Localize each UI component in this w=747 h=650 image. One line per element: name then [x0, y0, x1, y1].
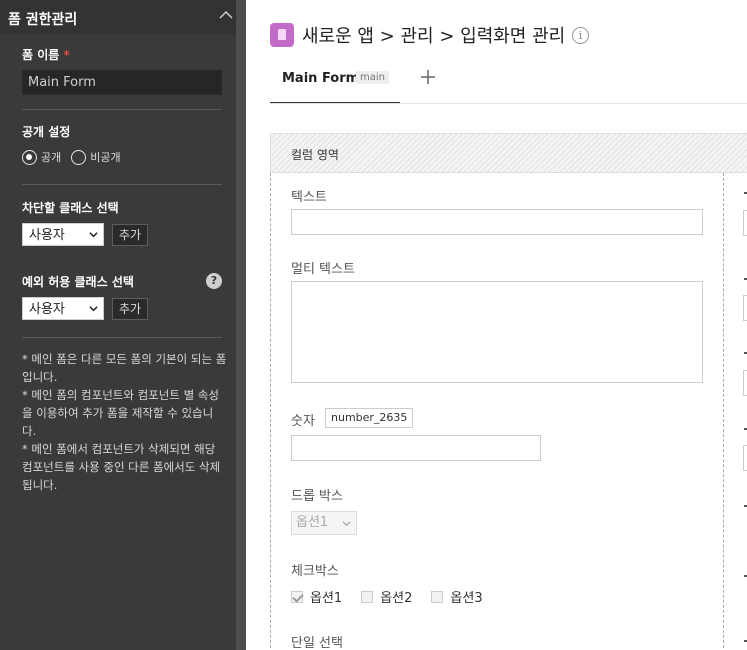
- block-class-select-value: 사용자: [29, 228, 65, 243]
- right-field-input[interactable]: [743, 295, 747, 321]
- checkbox-option-2-label: 옵션2: [380, 591, 413, 606]
- note-item: * 메인 폼은 다른 모든 폼의 기본이 되는 폼입니다.: [22, 352, 227, 384]
- radio-private[interactable]: [71, 149, 87, 165]
- panel-header: 폼 권한관리: [0, 0, 236, 34]
- divider: [22, 337, 222, 338]
- number-var-badge: number_2635: [325, 408, 414, 428]
- form-name-label-text: 폼 이름: [22, 48, 60, 62]
- help-icon[interactable]: ?: [206, 273, 222, 289]
- allow-class-select-value: 사용자: [29, 302, 65, 317]
- multitext-field-label: 멀티 텍스트: [291, 262, 355, 277]
- form-notes: * 메인 폼은 다른 모든 폼의 기본이 되는 폼입니다. * 메인 폼의 컴포…: [22, 350, 227, 494]
- tabs-divider: [270, 103, 747, 104]
- info-icon[interactable]: i: [572, 27, 589, 44]
- tab-main-form[interactable]: Main Form main: [270, 62, 400, 104]
- note-item: * 메인 폼에서 컴포넌트가 삭제되면 해당 컴포넌트를 사용 중인 다른 폼에…: [22, 442, 221, 492]
- panel-body: [0, 0, 236, 650]
- column-area-header[interactable]: 컬럼 영역: [270, 133, 747, 173]
- panel-title: 폼 권한관리: [8, 12, 78, 28]
- visibility-radio-group: 공개 비공개: [22, 149, 131, 165]
- divider: [22, 184, 222, 185]
- checkbox-option-3[interactable]: [431, 590, 444, 603]
- note-item: * 메인 폼의 컴포넌트와 컴포넌트 별 속성을 이용하여 추가 폼을 제작할 …: [22, 388, 219, 438]
- radio-private-label: 비공개: [90, 151, 121, 164]
- number-field-label: 숫자: [291, 414, 315, 429]
- breadcrumb: 새로운 앱 > 관리 > 입력화면 관리: [302, 26, 566, 47]
- allow-class-label: 예외 허용 클래스 선택: [22, 275, 134, 289]
- allow-class-add-button[interactable]: 추가: [112, 298, 148, 320]
- form-name-input[interactable]: Main Form: [22, 70, 222, 95]
- text-field-label: 텍스트: [291, 190, 327, 205]
- chevron-down-icon: [89, 232, 98, 238]
- tab-label: Main Form: [282, 71, 360, 86]
- checkbox-option-1[interactable]: [291, 590, 303, 603]
- checkbox-option-1-label: 옵션1: [310, 591, 343, 606]
- right-field-input[interactable]: [743, 370, 747, 396]
- visibility-label: 공개 설정: [22, 125, 71, 139]
- panel-scrollbar[interactable]: [236, 0, 246, 650]
- checkbox-option-2[interactable]: [361, 590, 374, 603]
- radio-public-label: 공개: [41, 151, 62, 164]
- chevron-down-icon: [342, 521, 351, 527]
- radio-field-label: 단일 선택: [291, 636, 343, 650]
- divider: [22, 109, 222, 110]
- dropdown-field-label: 드롭 박스: [291, 489, 343, 504]
- form-name-label: 폼 이름 *: [22, 46, 70, 63]
- block-class-add-button[interactable]: 추가: [112, 224, 148, 246]
- block-class-label: 차단할 클래스 선택: [22, 201, 119, 215]
- block-class-select[interactable]: 사용자: [22, 223, 104, 246]
- add-tab-icon[interactable]: [418, 67, 438, 87]
- required-mark: *: [63, 48, 70, 62]
- checkbox-option-3-label: 옵션3: [450, 591, 483, 606]
- checkbox-field-label: 체크박스: [291, 564, 339, 579]
- text-field-input[interactable]: [291, 209, 703, 235]
- column-right: [724, 173, 747, 650]
- chevron-down-icon: [89, 306, 98, 312]
- tab-badge: main: [356, 71, 389, 84]
- multitext-field-input[interactable]: [291, 281, 703, 383]
- dropdown-field-select[interactable]: 옵션1: [291, 511, 357, 535]
- right-field-input[interactable]: [743, 445, 747, 471]
- column-area-label: 컬럼 영역: [291, 148, 339, 162]
- right-field-input[interactable]: [743, 210, 747, 236]
- radio-public[interactable]: [22, 149, 37, 165]
- document-icon: [278, 29, 286, 40]
- form-permission-panel: 폼 권한관리 폼 이름 * Main Form 공개 설정 공개 비공개 차단할 …: [0, 0, 246, 650]
- dropdown-field-value: 옵션1: [296, 515, 329, 530]
- allow-class-select[interactable]: 사용자: [22, 297, 104, 320]
- checkbox-group: 옵션1 옵션2 옵션3: [291, 587, 502, 606]
- chevron-up-icon[interactable]: [218, 9, 234, 21]
- number-field-input[interactable]: [291, 435, 541, 461]
- app-icon: [270, 23, 294, 47]
